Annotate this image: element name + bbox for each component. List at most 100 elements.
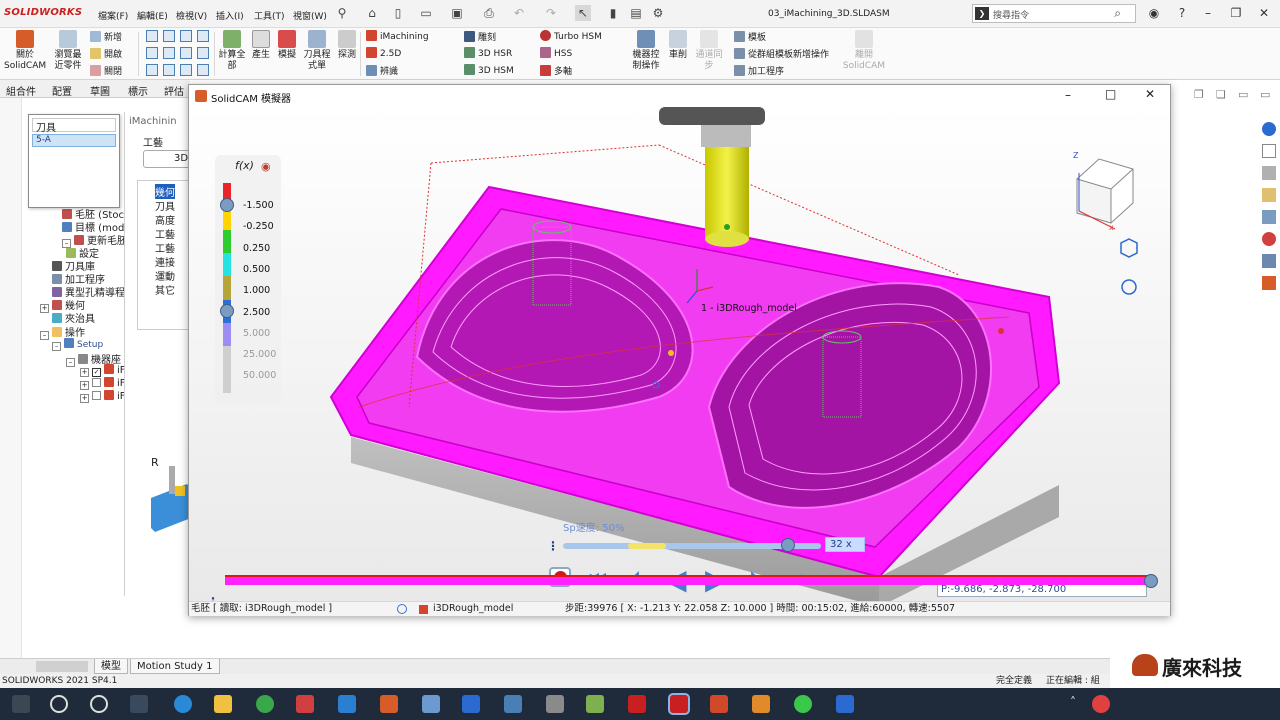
grid-icon[interactable]: [180, 64, 192, 76]
progress-handle[interactable]: [1144, 574, 1158, 588]
2.5d-button[interactable]: 2.5D: [366, 47, 401, 59]
tab-motion-study[interactable]: Motion Study 1: [130, 659, 220, 674]
param-geometry[interactable]: 幾何: [155, 184, 175, 199]
tree-item-op2[interactable]: + iF: [80, 377, 126, 390]
collapse-icon[interactable]: –: [52, 342, 61, 351]
solidcam-pane-icon[interactable]: [1262, 276, 1276, 290]
app-icon[interactable]: [296, 695, 314, 713]
help-icon[interactable]: ?: [1174, 5, 1190, 21]
turbo-hsm-button[interactable]: Turbo HSM: [540, 30, 602, 42]
search-icon[interactable]: ⌕: [1114, 6, 1121, 21]
tree-item-fixture[interactable]: 夾治具: [52, 310, 95, 325]
minimize-icon[interactable]: ▭: [1238, 88, 1248, 101]
engrave-button[interactable]: 雕刻: [464, 30, 496, 43]
grid-icon[interactable]: [197, 47, 209, 59]
multiaxis-button[interactable]: 多軸: [540, 64, 572, 77]
outlook-icon[interactable]: [338, 695, 356, 713]
turning-button[interactable]: 車削: [666, 30, 690, 61]
3d-hsr-button[interactable]: 3D HSR: [464, 47, 512, 59]
media-player-icon[interactable]: [836, 695, 854, 713]
close-icon[interactable]: ✕: [1145, 87, 1155, 101]
fx-icon[interactable]: f(x): [235, 159, 254, 172]
imachining-button[interactable]: iMachining: [366, 30, 429, 42]
expand-icon[interactable]: +: [40, 304, 49, 313]
file-explorer-icon[interactable]: [214, 695, 232, 713]
notepad-icon[interactable]: [586, 695, 604, 713]
checkbox-icon[interactable]: ✓: [92, 368, 101, 377]
tray-chevron-icon[interactable]: ˄: [1070, 695, 1088, 713]
tool-popup-selected[interactable]: 5-A: [32, 134, 116, 147]
rebuild-icon[interactable]: ▮: [605, 5, 621, 21]
maximize-icon[interactable]: □: [1105, 87, 1116, 101]
tree-item-op3[interactable]: + iF: [80, 390, 126, 403]
tab-sketch[interactable]: 草圖: [90, 83, 110, 98]
tree-item-setup[interactable]: – Setup: [52, 338, 103, 351]
process-button[interactable]: 加工程序: [734, 64, 784, 77]
appearances-icon[interactable]: [1262, 232, 1276, 246]
search-input[interactable]: ❯ 搜尋指令 ⌕: [972, 4, 1136, 23]
edge-icon[interactable]: [174, 695, 192, 713]
settings-icon[interactable]: [1119, 277, 1139, 297]
undo-icon[interactable]: ↶: [511, 5, 527, 21]
explorer-icon[interactable]: [1262, 188, 1276, 202]
redo-icon[interactable]: ↷: [543, 5, 559, 21]
legend-upper-handle[interactable]: [220, 198, 234, 212]
windows-start-icon[interactable]: [12, 695, 30, 713]
tile-icon[interactable]: ❏: [1216, 88, 1226, 101]
collapse-icon[interactable]: –: [40, 331, 49, 340]
app-icon[interactable]: [422, 695, 440, 713]
options-icon[interactable]: ⚙: [650, 5, 666, 21]
restore-icon[interactable]: ❐: [1228, 5, 1244, 21]
3d-hsm-button[interactable]: 3D HSM: [464, 64, 514, 76]
from-template-button[interactable]: 從群組模板新增操作: [734, 47, 829, 60]
home-icon[interactable]: ⌂: [364, 5, 380, 21]
app-icon[interactable]: [546, 695, 564, 713]
grid-icon[interactable]: [146, 64, 158, 76]
expand-icon[interactable]: +: [80, 394, 89, 403]
menu-file[interactable]: 檔案(F): [98, 9, 128, 22]
collapse-icon[interactable]: –: [66, 358, 75, 367]
grid-icon[interactable]: [197, 64, 209, 76]
custom-props-icon[interactable]: [1262, 254, 1276, 268]
grid-icon[interactable]: [146, 30, 158, 42]
grid-icon[interactable]: [163, 30, 175, 42]
probe-button[interactable]: 探測: [336, 30, 358, 61]
param-tool[interactable]: 刀具: [155, 198, 175, 213]
about-solidcam-button[interactable]: 關於 SolidCAM: [4, 30, 46, 72]
simulate-button[interactable]: 模擬: [274, 30, 300, 61]
tray-app-icon[interactable]: [1092, 695, 1110, 713]
grid-icon[interactable]: [197, 30, 209, 42]
param-technology-2[interactable]: 工藝: [155, 240, 175, 255]
param-technology-1[interactable]: 工藝: [155, 226, 175, 241]
simulation-viewport[interactable]: Z x 1 - i3DRough_model f(x) ◉ -1.500 -0.…: [189, 107, 1170, 601]
solidworks-active-icon[interactable]: [668, 693, 690, 715]
tab-navigation-arrows[interactable]: [36, 661, 88, 672]
minimize-icon[interactable]: –: [1065, 88, 1071, 102]
cortana-icon[interactable]: [90, 695, 108, 713]
speed-menu-icon[interactable]: ⋮: [547, 539, 559, 553]
expand-icon[interactable]: +: [80, 368, 89, 377]
new-doc-icon[interactable]: ▯: [390, 5, 406, 21]
pin-icon[interactable]: ⚲: [334, 5, 350, 21]
tab-markup[interactable]: 標示: [128, 83, 148, 98]
app-icon[interactable]: [752, 695, 770, 713]
grid-icon[interactable]: [180, 30, 192, 42]
param-height[interactable]: 高度: [155, 212, 175, 227]
menu-tools[interactable]: 工具(T): [254, 9, 285, 22]
param-link[interactable]: 連接: [155, 254, 175, 269]
new-button[interactable]: 新增: [90, 30, 122, 43]
view-palette-icon[interactable]: [1262, 210, 1276, 224]
expand-icon[interactable]: +: [80, 381, 89, 390]
library-icon[interactable]: [1262, 166, 1276, 180]
powerpoint-icon[interactable]: [710, 695, 728, 713]
menu-window[interactable]: 視窗(W): [293, 9, 327, 22]
checkbox-icon[interactable]: [92, 391, 101, 400]
tab-assembly[interactable]: 組合件: [6, 83, 36, 98]
tab-model[interactable]: 模型: [94, 659, 128, 674]
app-icon[interactable]: [504, 695, 522, 713]
task-view-icon[interactable]: [130, 695, 148, 713]
tab-layout[interactable]: 配置: [52, 83, 72, 98]
grid-icon[interactable]: [163, 47, 175, 59]
grid-icon[interactable]: [146, 47, 158, 59]
legend-lower-handle[interactable]: [220, 304, 234, 318]
